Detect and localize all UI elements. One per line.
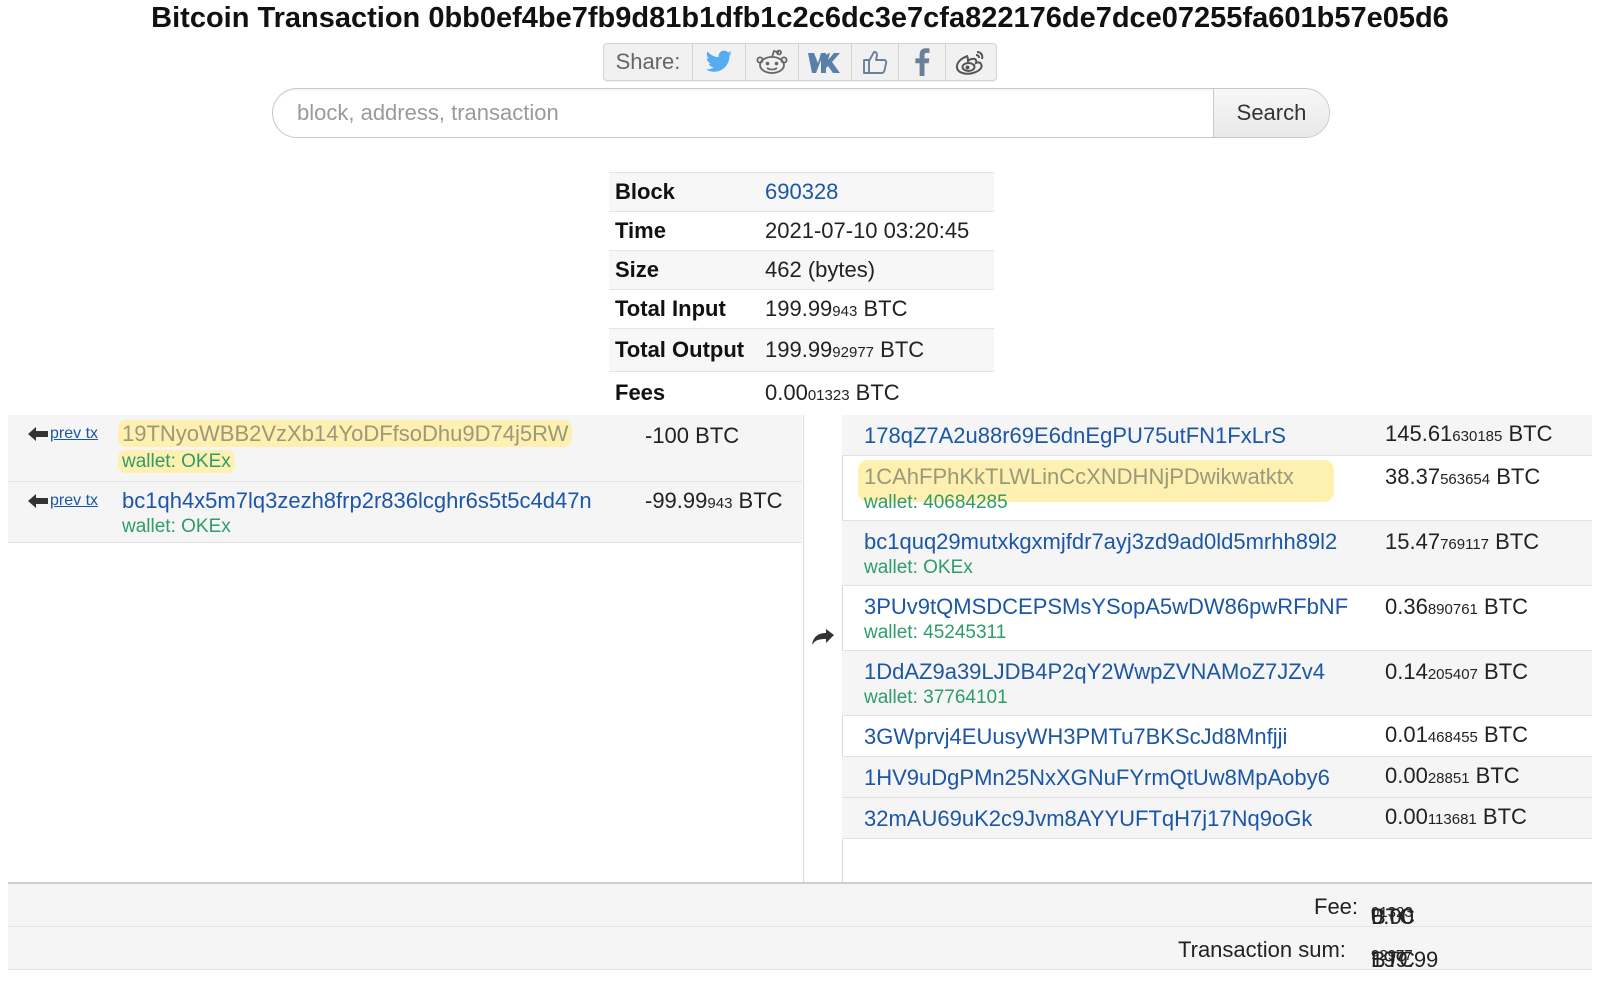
output-address-link[interactable]: 178qZ7A2u88r69E6dnEgPU75utFN1FxLrS bbox=[864, 423, 1286, 449]
output-row: 3GWprvj4EUusyWH3PMTu7BKScJd8Mnfjji 0.014… bbox=[842, 716, 1592, 757]
block-value: 690328 bbox=[759, 172, 994, 212]
search-bar: Search bbox=[272, 88, 1330, 138]
output-row: 1HV9uDgPMn25NxXGNuFYrmQtUw8MpAoby6 0.002… bbox=[842, 757, 1592, 798]
time-label: Time bbox=[609, 211, 759, 251]
total-output-value: 199.9992977 BTC bbox=[759, 328, 994, 372]
share-label: Share: bbox=[604, 44, 693, 80]
output-address-link[interactable]: 32mAU69uK2c9Jvm8AYYUFTqH7j17Nq9oGk bbox=[864, 806, 1312, 832]
outputs-list: 178qZ7A2u88r69E6dnEgPU75utFN1FxLrS 145.6… bbox=[842, 415, 1592, 839]
transaction-sum-row: Transaction sum: 199.99 92977 BTC bbox=[8, 927, 1592, 972]
output-amount: 0.14205407 BTC bbox=[1385, 659, 1529, 684]
output-amount: 0.00113681 BTC bbox=[1385, 804, 1527, 829]
fees-value: 0.0001323 BTC bbox=[759, 371, 994, 414]
output-wallet-label: wallet: 45245311 bbox=[864, 622, 1007, 643]
transaction-totals: Fee: 0.00 01323 BTC Transaction sum: 199.… bbox=[8, 882, 1592, 972]
arrow-right-icon bbox=[812, 629, 834, 645]
prev-tx-link[interactable]: prev tx bbox=[28, 425, 98, 443]
input-address-link[interactable]: 19TNyoWBB2VzXb14YoDFfsoDhu9D74j5RW bbox=[118, 420, 573, 447]
prev-tx-link[interactable]: prev tx bbox=[28, 492, 98, 510]
output-row: 178qZ7A2u88r69E6dnEgPU75utFN1FxLrS 145.6… bbox=[842, 415, 1592, 456]
twitter-icon[interactable] bbox=[693, 44, 746, 80]
search-input[interactable] bbox=[273, 89, 1213, 137]
output-address-link[interactable]: 1HV9uDgPMn25NxXGNuFYrmQtUw8MpAoby6 bbox=[864, 765, 1330, 791]
output-wallet-label: wallet: OKEx bbox=[864, 557, 973, 578]
input-row: prev tx 19TNyoWBB2VzXb14YoDFfsoDhu9D74j5… bbox=[8, 415, 802, 482]
inputs-list: prev tx 19TNyoWBB2VzXb14YoDFfsoDhu9D74j5… bbox=[8, 415, 802, 543]
output-address-link[interactable]: 3GWprvj4EUusyWH3PMTu7BKScJd8Mnfjji bbox=[864, 724, 1287, 750]
input-wallet-label: wallet: OKEx bbox=[118, 450, 235, 473]
output-address-link[interactable]: 1DdAZ9a39LJDB4P2qY2WwpZVNAMoZ7JZv4 bbox=[864, 659, 1325, 685]
input-wallet-label: wallet: OKEx bbox=[122, 516, 231, 537]
fees-label: Fees bbox=[609, 371, 759, 414]
output-amount: 0.36890761 BTC bbox=[1385, 594, 1529, 619]
time-value: 2021-07-10 03:20:45 bbox=[759, 211, 994, 251]
vk-icon[interactable] bbox=[799, 44, 852, 80]
transaction-summary: Block 690328 Time 2021-07-10 03:20:45 Si… bbox=[609, 172, 994, 414]
output-wallet-label: wallet: 40684285 bbox=[864, 492, 1008, 513]
arrow-left-icon bbox=[28, 427, 48, 441]
arrow-left-icon bbox=[28, 494, 48, 508]
output-address-link[interactable]: bc1quq29mutxkgxmjfdr7ayj3zd9ad0ld5mrhh89… bbox=[864, 529, 1337, 555]
output-row: bc1quq29mutxkgxmjfdr7ayj3zd9ad0ld5mrhh89… bbox=[842, 521, 1592, 586]
output-address-link[interactable]: 3PUv9tQMSDCEPSMsYSopA5wDW86pwRFbNF bbox=[864, 594, 1348, 620]
weibo-icon[interactable] bbox=[946, 44, 996, 80]
input-amount: -100 BTC bbox=[645, 423, 740, 448]
output-amount: 15.47769117 BTC bbox=[1385, 529, 1540, 554]
io-divider bbox=[803, 415, 843, 883]
like-icon[interactable] bbox=[852, 44, 899, 80]
output-address-link[interactable]: 1CAhFPhKkTLWLinCcXNDHNjPDwikwatktx bbox=[864, 464, 1294, 490]
total-input-value: 199.99943 BTC bbox=[759, 289, 994, 329]
page-title: Bitcoin Transaction 0bb0ef4be7fb9d81b1df… bbox=[151, 2, 1449, 34]
output-row: 1DdAZ9a39LJDB4P2qY2WwpZVNAMoZ7JZv4 walle… bbox=[842, 651, 1592, 716]
output-row: 1CAhFPhKkTLWLinCcXNDHNjPDwikwatktx walle… bbox=[842, 456, 1592, 521]
facebook-icon[interactable] bbox=[899, 44, 946, 80]
search-button[interactable]: Search bbox=[1213, 89, 1329, 137]
input-amount: -99.99943 BTC bbox=[645, 488, 783, 513]
output-amount: 0.01468455 BTC bbox=[1385, 722, 1529, 747]
total-input-label: Total Input bbox=[609, 289, 759, 329]
fee-row: Fee: 0.00 01323 BTC bbox=[8, 884, 1592, 929]
share-bar: Share: bbox=[603, 43, 997, 81]
output-wallet-label: wallet: 37764101 bbox=[864, 687, 1008, 708]
output-amount: 38.37563654 BTC bbox=[1385, 464, 1541, 489]
block-link[interactable]: 690328 bbox=[765, 179, 838, 204]
block-label: Block bbox=[609, 172, 759, 212]
input-row: prev tx bc1qh4x5m7lq3zezh8frp2r836lcghr6… bbox=[8, 482, 802, 543]
total-output-label: Total Output bbox=[609, 328, 759, 372]
output-amount: 0.0028851 BTC bbox=[1385, 763, 1520, 788]
input-address-link[interactable]: bc1qh4x5m7lq3zezh8frp2r836lcghr6s5t5c4d4… bbox=[122, 488, 592, 514]
fee-label: Fee: bbox=[1314, 894, 1359, 919]
output-row: 32mAU69uK2c9Jvm8AYYUFTqH7j17Nq9oGk 0.001… bbox=[842, 798, 1592, 839]
output-row: 3PUv9tQMSDCEPSMsYSopA5wDW86pwRFbNF walle… bbox=[842, 586, 1592, 651]
output-amount: 145.61630185 BTC bbox=[1385, 421, 1553, 446]
size-value: 462 (bytes) bbox=[759, 250, 994, 290]
reddit-icon[interactable] bbox=[746, 44, 799, 80]
transaction-sum-label: Transaction sum: bbox=[1178, 937, 1346, 962]
size-label: Size bbox=[609, 250, 759, 290]
